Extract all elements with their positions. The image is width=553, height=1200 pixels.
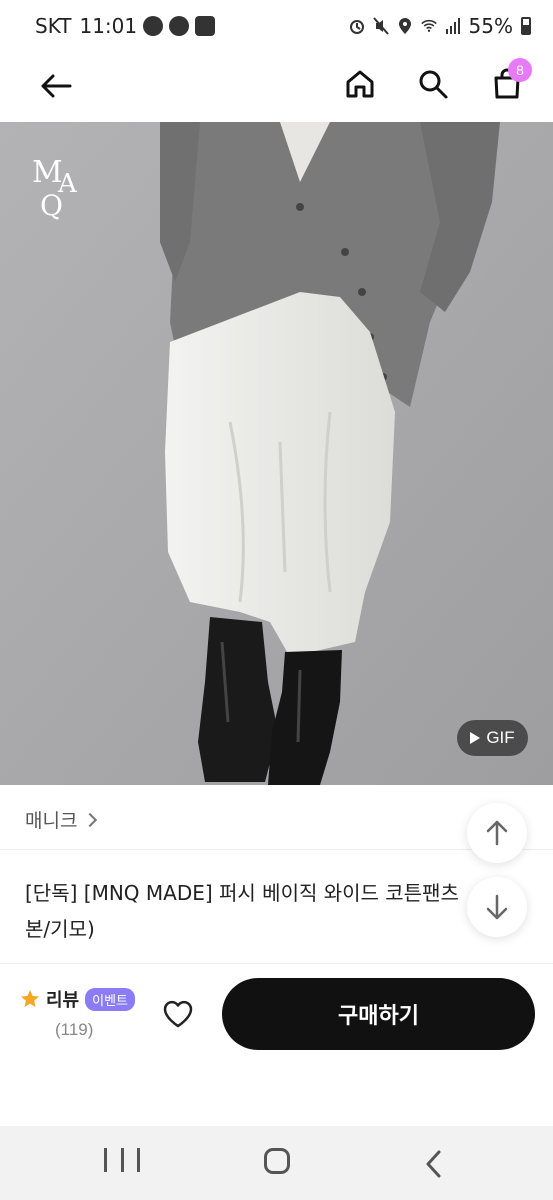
review-count: (119): [55, 1020, 94, 1039]
battery-percent: 55%: [468, 14, 513, 38]
product-image[interactable]: M A Q: [0, 122, 553, 785]
buy-button[interactable]: 구매하기: [222, 978, 535, 1050]
status-left: SKT 11:01: [35, 14, 216, 38]
home-button[interactable]: [338, 62, 382, 106]
scroll-bottom-button[interactable]: [467, 877, 527, 937]
wishlist-button[interactable]: [156, 992, 200, 1036]
recents-icon-bar: [104, 1148, 107, 1172]
search-button[interactable]: [411, 62, 455, 106]
brand-link[interactable]: 매니크: [25, 806, 98, 833]
brand-name: 매니크: [25, 810, 78, 832]
battery-icon: [521, 17, 531, 35]
signal-icon: [445, 18, 460, 34]
back-button[interactable]: [34, 64, 78, 108]
product-photo: M A Q: [0, 122, 553, 785]
heart-icon: [163, 1000, 193, 1028]
arrow-left-icon: [41, 74, 72, 98]
status-bar: SKT 11:01 55%: [0, 0, 553, 54]
review-label: 리뷰: [46, 990, 80, 1011]
chevron-right-icon: [83, 812, 98, 827]
app-bar: 8: [0, 54, 553, 122]
carrier: SKT: [35, 14, 72, 38]
scroll-top-button[interactable]: [467, 803, 527, 863]
recents-icon-bar: [137, 1148, 140, 1172]
notification-icon: [169, 16, 190, 36]
play-icon: [470, 732, 481, 744]
gif-play-button[interactable]: GIF: [457, 720, 528, 756]
review-summary[interactable]: 리뷰 이벤트 (119): [20, 986, 140, 1039]
alarm-icon: [349, 20, 364, 34]
mute-icon: [372, 17, 389, 35]
svg-text:Q: Q: [40, 189, 63, 222]
notification-icon: [143, 16, 164, 36]
home-icon: [346, 70, 374, 98]
location-icon: [398, 18, 411, 34]
clock: 11:01: [79, 14, 138, 38]
product-title-line-2: 본/기모): [25, 917, 95, 941]
wifi-icon: [420, 19, 437, 32]
gif-label: GIF: [486, 728, 515, 747]
star-icon: [21, 990, 39, 1007]
product-title-line-1: [단독] [MNQ MADE] 퍼시 베이직 와이드 코튼팬츠: [25, 881, 459, 905]
recents-icon-bar: [120, 1148, 124, 1172]
event-badge: 이벤트: [85, 987, 136, 1011]
samsung-icon: [195, 16, 216, 36]
purchase-bar: 리뷰 이벤트 (119) 구매하기: [0, 963, 553, 1125]
recents-button[interactable]: [104, 1148, 140, 1178]
home-nav-button[interactable]: [264, 1148, 290, 1174]
back-nav-button[interactable]: [424, 1150, 444, 1178]
arrow-up-icon: [486, 820, 508, 846]
status-right: 55%: [349, 14, 531, 38]
cart-count-badge: 8: [508, 58, 532, 82]
chevron-left-icon: [426, 1150, 441, 1178]
system-nav-bar: [0, 1126, 553, 1200]
search-icon: [419, 70, 448, 99]
arrow-down-icon: [486, 894, 508, 920]
